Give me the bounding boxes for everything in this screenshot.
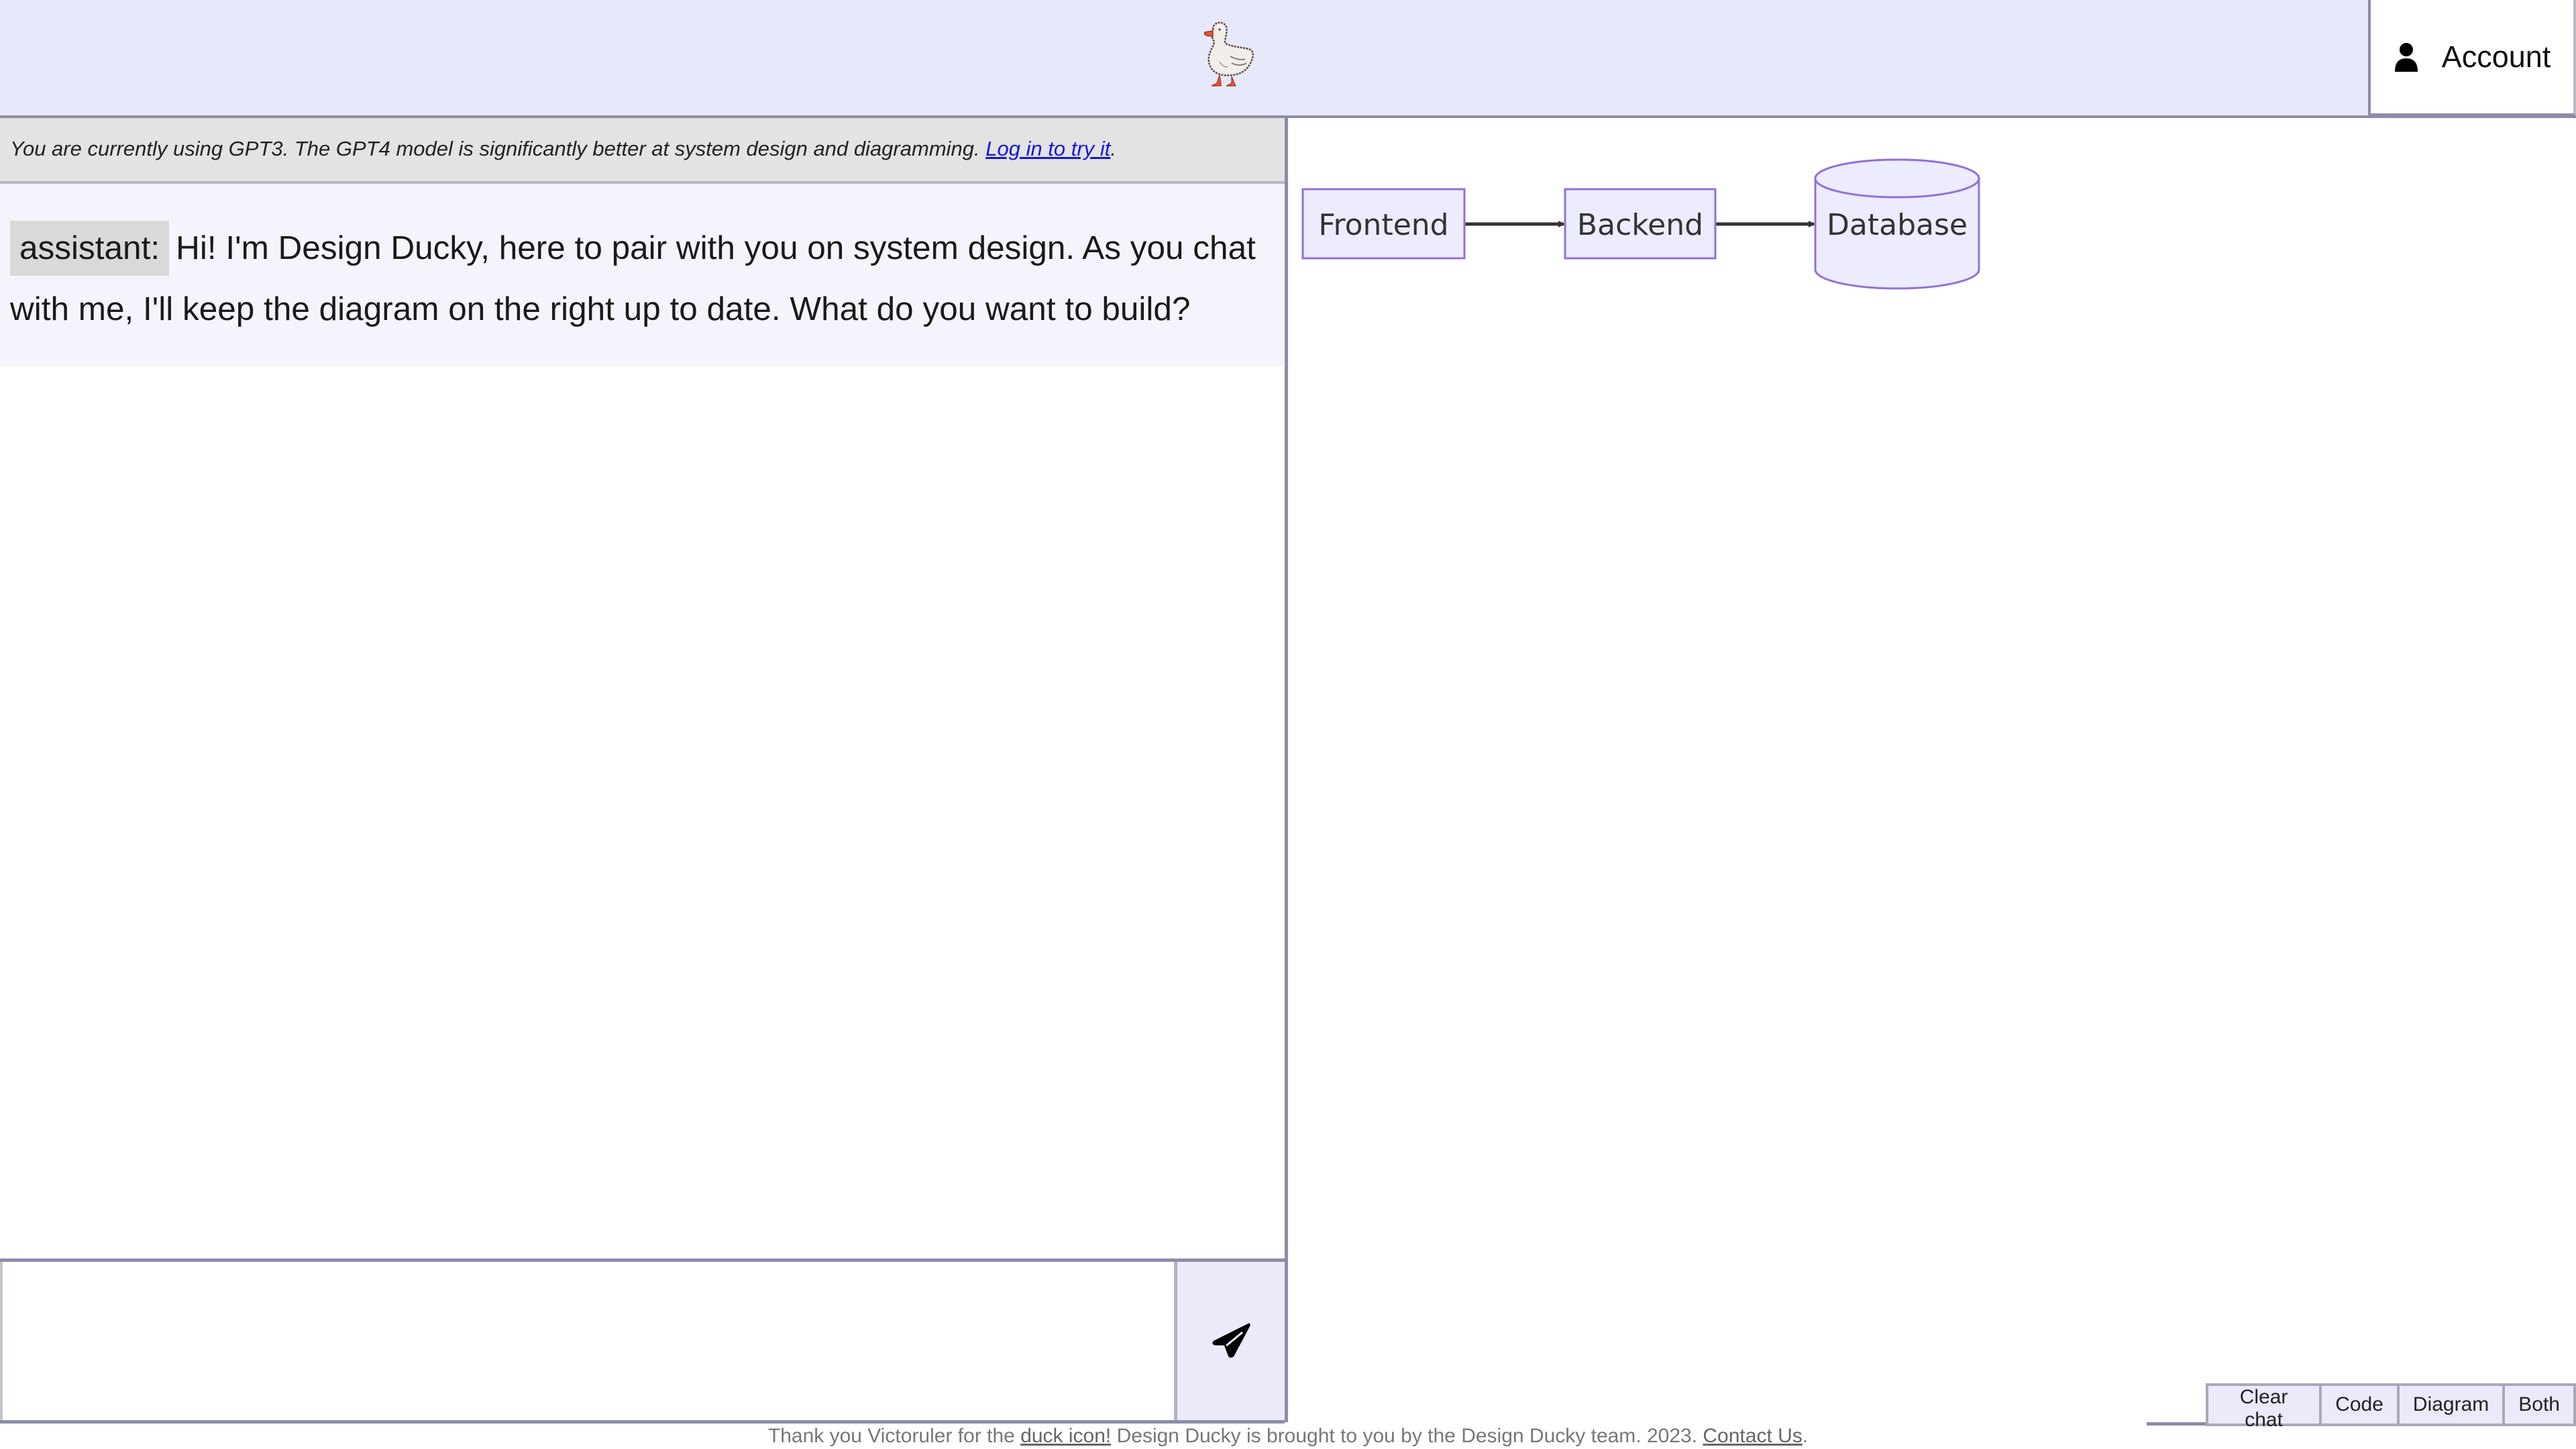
diagram-node-database: Database <box>1814 158 1980 290</box>
model-notice: You are currently using GPT3. The GPT4 m… <box>0 118 1285 184</box>
notice-suffix: . <box>1110 137 1116 160</box>
notice-text: You are currently using GPT3. The GPT4 m… <box>10 137 986 160</box>
code-view-button[interactable]: Code <box>2319 1386 2397 1424</box>
footer-prefix: Thank you Victoruler for the <box>767 1425 1021 1447</box>
send-button[interactable] <box>1177 1262 1285 1420</box>
duck-icon-credit-link[interactable]: duck icon! <box>1020 1425 1111 1447</box>
clear-chat-button[interactable]: Clear chat <box>2208 1386 2320 1431</box>
diagram-node-label: Backend <box>1577 208 1703 242</box>
header: Account <box>0 0 2576 118</box>
diagram-node-label: Database <box>1827 208 1968 242</box>
contact-us-link[interactable]: Contact Us <box>1703 1425 1802 1447</box>
footer: Thank you Victoruler for the duck icon! … <box>0 1424 2576 1449</box>
diagram-panel: Frontend Backend Database <box>1288 118 2576 1422</box>
chat-input[interactable] <box>0 1262 1177 1420</box>
account-button[interactable]: Account <box>2368 0 2576 116</box>
duck-icon <box>1203 21 1254 87</box>
diagram-node-frontend: Frontend <box>1301 188 1466 260</box>
chat-message: assistant: Hi! I'm Design Ducky, here to … <box>0 184 1285 339</box>
footer-suffix: . <box>1802 1425 1809 1447</box>
system-diagram: Frontend Backend Database <box>1301 158 1980 290</box>
chat-composer <box>0 1258 1285 1424</box>
message-list: assistant: Hi! I'm Design Ducky, here to … <box>0 184 1285 366</box>
login-link[interactable]: Log in to try it <box>985 137 1110 160</box>
both-view-button[interactable]: Both <box>2502 1386 2573 1424</box>
view-button-group: Clear chat Code Diagram Both <box>2206 1383 2576 1431</box>
diagram-view-button[interactable]: Diagram <box>2396 1386 2503 1424</box>
paper-plane-icon <box>1212 1323 1250 1358</box>
user-icon <box>2394 42 2418 72</box>
message-role-label: assistant: <box>10 221 170 276</box>
chat-panel: You are currently using GPT3. The GPT4 m… <box>0 118 1288 1424</box>
message-text: Hi! I'm Design Ducky, here to pair with … <box>10 229 1256 327</box>
diagram-node-label: Frontend <box>1318 208 1448 242</box>
diagram-node-backend: Backend <box>1564 188 1717 260</box>
account-label: Account <box>2441 39 2551 74</box>
footer-middle: Design Ducky is brought to you by the De… <box>1111 1425 1703 1447</box>
